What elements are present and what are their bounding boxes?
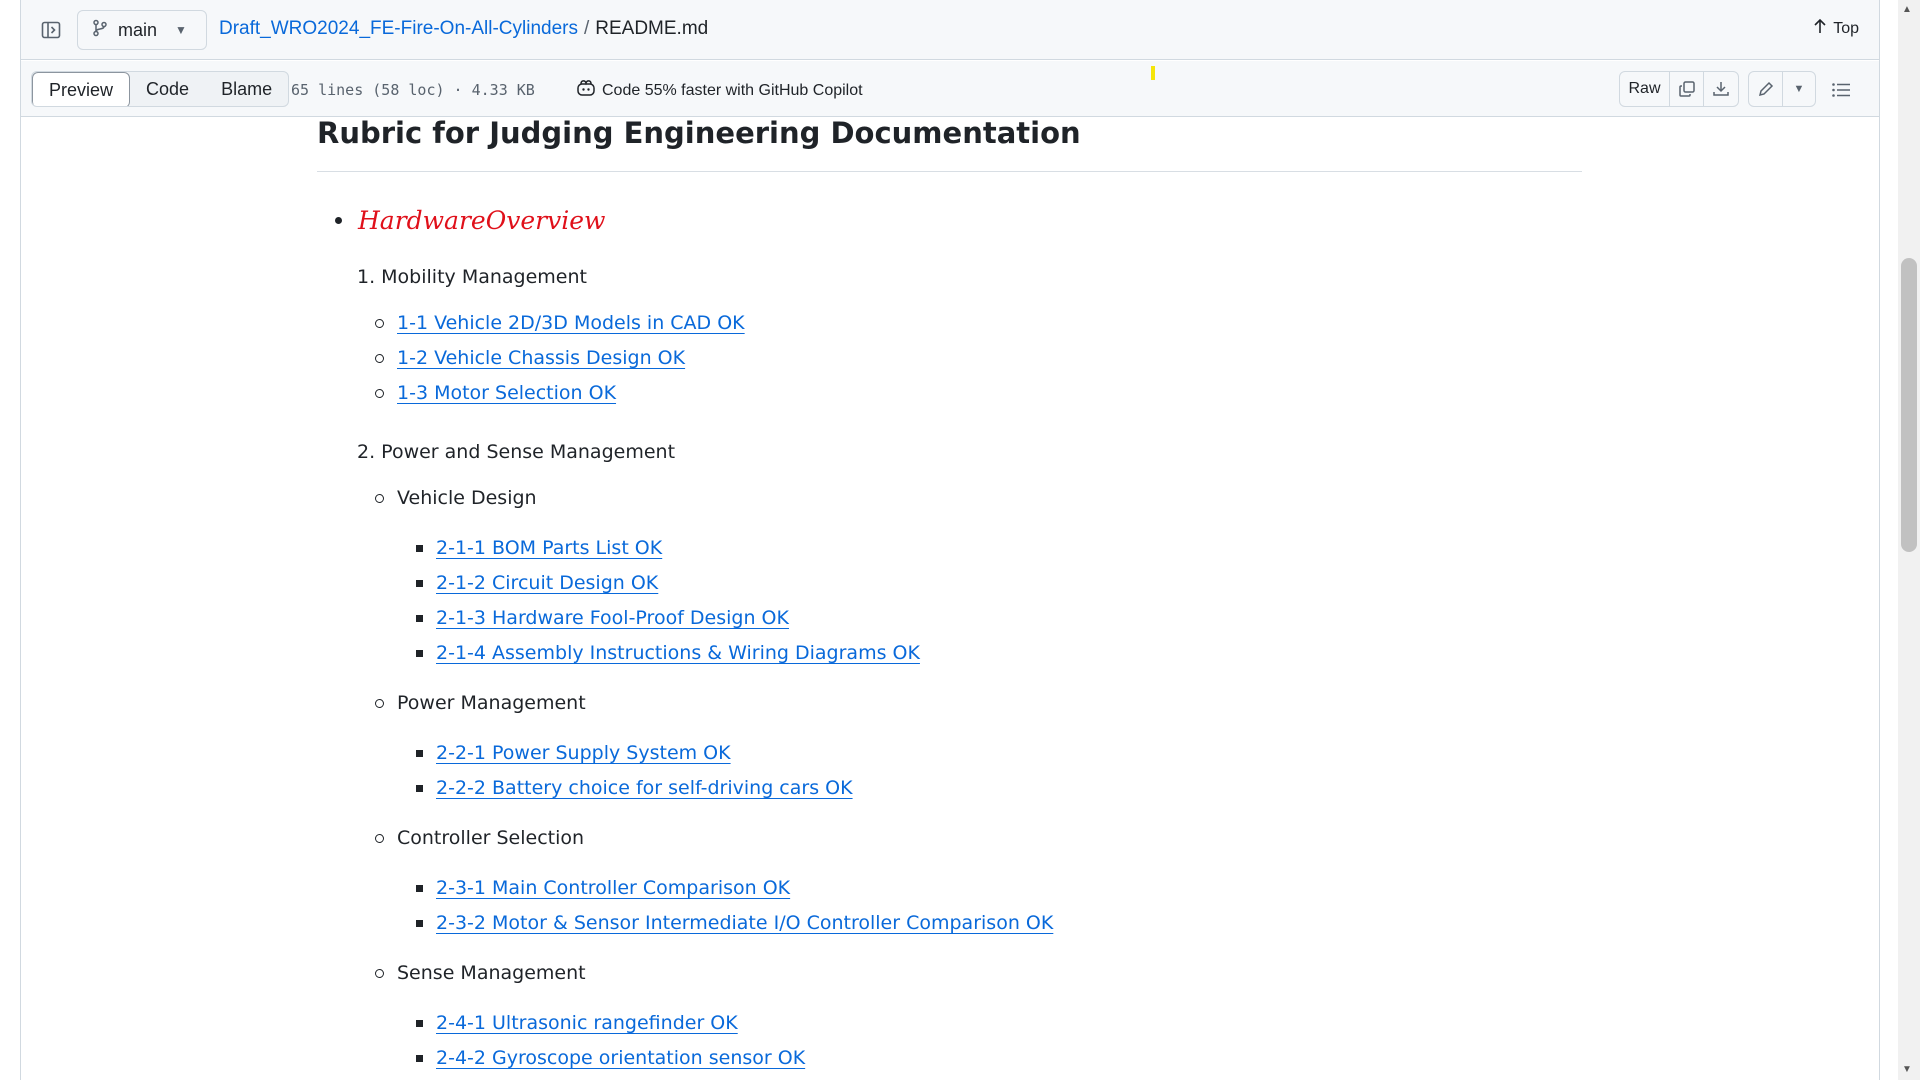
bullet-square — [416, 884, 423, 892]
tab-code[interactable]: Code — [130, 72, 205, 106]
link-1-2[interactable]: 1-2 Vehicle Chassis Design OK — [397, 347, 685, 369]
markdown-body: Rubric for Judging Engineering Documenta… — [317, 118, 1582, 1069]
group-title-power-management: Power Management — [397, 692, 586, 714]
list-item: Controller Selection — [375, 827, 584, 849]
scroll-down-arrow-icon[interactable]: ▼ — [1902, 1064, 1912, 1075]
repo-link[interactable]: Draft_WRO2024_FE-Fire-On-All-Cylinders — [219, 18, 578, 40]
file-name: README.md — [595, 18, 709, 39]
view-mode-tabs: Preview Code Blame — [31, 71, 290, 107]
list-item: 2-1-2 Circuit Design OK — [416, 572, 658, 594]
bullet-square — [416, 544, 423, 552]
group-title-sense-management: Sense Management — [397, 962, 586, 984]
bullet-dot — [335, 217, 342, 224]
branch-selector-button[interactable]: main ▼ — [77, 10, 207, 50]
bullet-square — [416, 1019, 423, 1027]
file-toolbar: Preview Code Blame 65 lines (58 loc) · 4… — [21, 61, 1879, 117]
raw-copy-download-group: Raw — [1619, 71, 1739, 107]
link-1-1[interactable]: 1-1 Vehicle 2D/3D Models in CAD OK — [397, 312, 745, 334]
list-item: 1-1 Vehicle 2D/3D Models in CAD OK — [375, 312, 745, 334]
copilot-promo[interactable]: Code 55% faster with GitHub Copilot — [576, 79, 863, 102]
file-path-bar: main ▼ Draft_WRO2024_FE-Fire-On-All-Cyli… — [21, 0, 1879, 60]
link-2-4-2[interactable]: 2-4-2 Gyroscope orientation sensor OK — [436, 1047, 805, 1069]
link-2-4-1[interactable]: 2-4-1 Ultrasonic rangefinder OK — [436, 1012, 738, 1034]
tab-blame[interactable]: Blame — [205, 72, 288, 106]
bullet-square — [416, 784, 423, 792]
bullet-square — [416, 579, 423, 587]
scroll-up-arrow-icon[interactable]: ▲ — [1902, 4, 1912, 15]
tab-preview[interactable]: Preview — [32, 72, 131, 106]
scrollbar-thumb[interactable] — [1901, 258, 1917, 552]
list-item: 1-2 Vehicle Chassis Design OK — [375, 347, 685, 369]
bullet-circle — [375, 698, 384, 708]
group-title-controller-selection: Controller Selection — [397, 827, 585, 849]
pencil-icon[interactable] — [1749, 72, 1783, 106]
hardware-overview-math: HardwareOverview — [358, 206, 606, 235]
page-title: Rubric for Judging Engineering Documenta… — [317, 118, 1582, 172]
edit-dropdown-chevron-icon[interactable]: ▼ — [1783, 72, 1815, 106]
link-2-3-1[interactable]: 2-3-1 Main Controller Comparison OK — [436, 877, 790, 899]
git-branch-icon — [92, 19, 108, 42]
link-2-1-1[interactable]: 2-1-1 BOM Parts List OK — [436, 537, 662, 559]
bullet-circle — [375, 493, 384, 503]
link-2-3-2[interactable]: 2-3-2 Motor & Sensor Intermediate I/O Co… — [436, 912, 1053, 934]
group-title-vehicle-design: Vehicle Design — [397, 487, 537, 509]
file-info: 65 lines (58 loc) · 4.33 KB — [291, 81, 535, 99]
list-item: 2-1-1 BOM Parts List OK — [416, 537, 662, 559]
branch-name: main — [118, 19, 158, 40]
copilot-icon — [576, 79, 596, 102]
bullet-square — [416, 919, 423, 927]
link-2-2-2[interactable]: 2-2-2 Battery choice for self-driving ca… — [436, 777, 853, 799]
bullet-square — [416, 649, 423, 657]
arrow-up-icon — [1813, 18, 1827, 39]
bullet-circle — [375, 833, 384, 843]
highlight-marker — [1151, 66, 1155, 80]
breadcrumb-separator: / — [583, 18, 590, 39]
list-item: 2-2-2 Battery choice for self-driving ca… — [416, 777, 853, 799]
bullet-square — [416, 749, 423, 757]
list-item: Power Management — [375, 692, 586, 714]
top-button[interactable]: Top — [1813, 18, 1859, 39]
bullet-circle — [375, 318, 384, 328]
download-icon[interactable] — [1704, 72, 1738, 106]
section-title-mobility: 1. Mobility Management — [357, 266, 587, 288]
list-item: 2-2-1 Power Supply System OK — [416, 742, 731, 764]
bullet-circle — [375, 353, 384, 363]
link-2-1-3[interactable]: 2-1-3 Hardware Fool-Proof Design OK — [436, 607, 789, 629]
section-title-power-sense: 2. Power and Sense Management — [357, 441, 676, 463]
list-item: 2-4-1 Ultrasonic rangefinder OK — [416, 1012, 738, 1034]
raw-button[interactable]: Raw — [1620, 72, 1670, 106]
edit-group: ▼ — [1748, 71, 1816, 107]
copy-icon[interactable] — [1670, 72, 1704, 106]
list-item: 2-3-2 Motor & Sensor Intermediate I/O Co… — [416, 912, 1053, 934]
breadcrumb: Draft_WRO2024_FE-Fire-On-All-Cylinders /… — [219, 18, 708, 40]
list-item: 2-1-3 Hardware Fool-Proof Design OK — [416, 607, 789, 629]
copilot-text: Code 55% faster with GitHub Copilot — [602, 81, 863, 99]
list-item: 2-1-4 Assembly Instructions & Wiring Dia… — [416, 642, 920, 664]
list-item: Vehicle Design — [375, 487, 537, 509]
link-2-1-2[interactable]: 2-1-2 Circuit Design OK — [436, 572, 658, 594]
list-item: 2-4-2 Gyroscope orientation sensor OK — [416, 1047, 805, 1069]
list-item: Sense Management — [375, 962, 586, 984]
link-2-2-1[interactable]: 2-2-1 Power Supply System OK — [436, 742, 731, 764]
hardware-overview-item: HardwareOverview — [335, 206, 605, 235]
bullet-square — [416, 1054, 423, 1062]
link-1-3[interactable]: 1-3 Motor Selection OK — [397, 382, 616, 404]
bullet-circle — [375, 388, 384, 398]
link-2-1-4[interactable]: 2-1-4 Assembly Instructions & Wiring Dia… — [436, 642, 920, 664]
outline-list-icon[interactable] — [1829, 79, 1853, 101]
bullet-circle — [375, 968, 384, 978]
top-label: Top — [1833, 19, 1859, 37]
list-item: 1-3 Motor Selection OK — [375, 382, 616, 404]
chevron-down-icon: ▼ — [175, 23, 187, 37]
bullet-square — [416, 614, 423, 622]
sidebar-toggle-icon[interactable] — [39, 18, 63, 42]
list-item: 2-3-1 Main Controller Comparison OK — [416, 877, 790, 899]
